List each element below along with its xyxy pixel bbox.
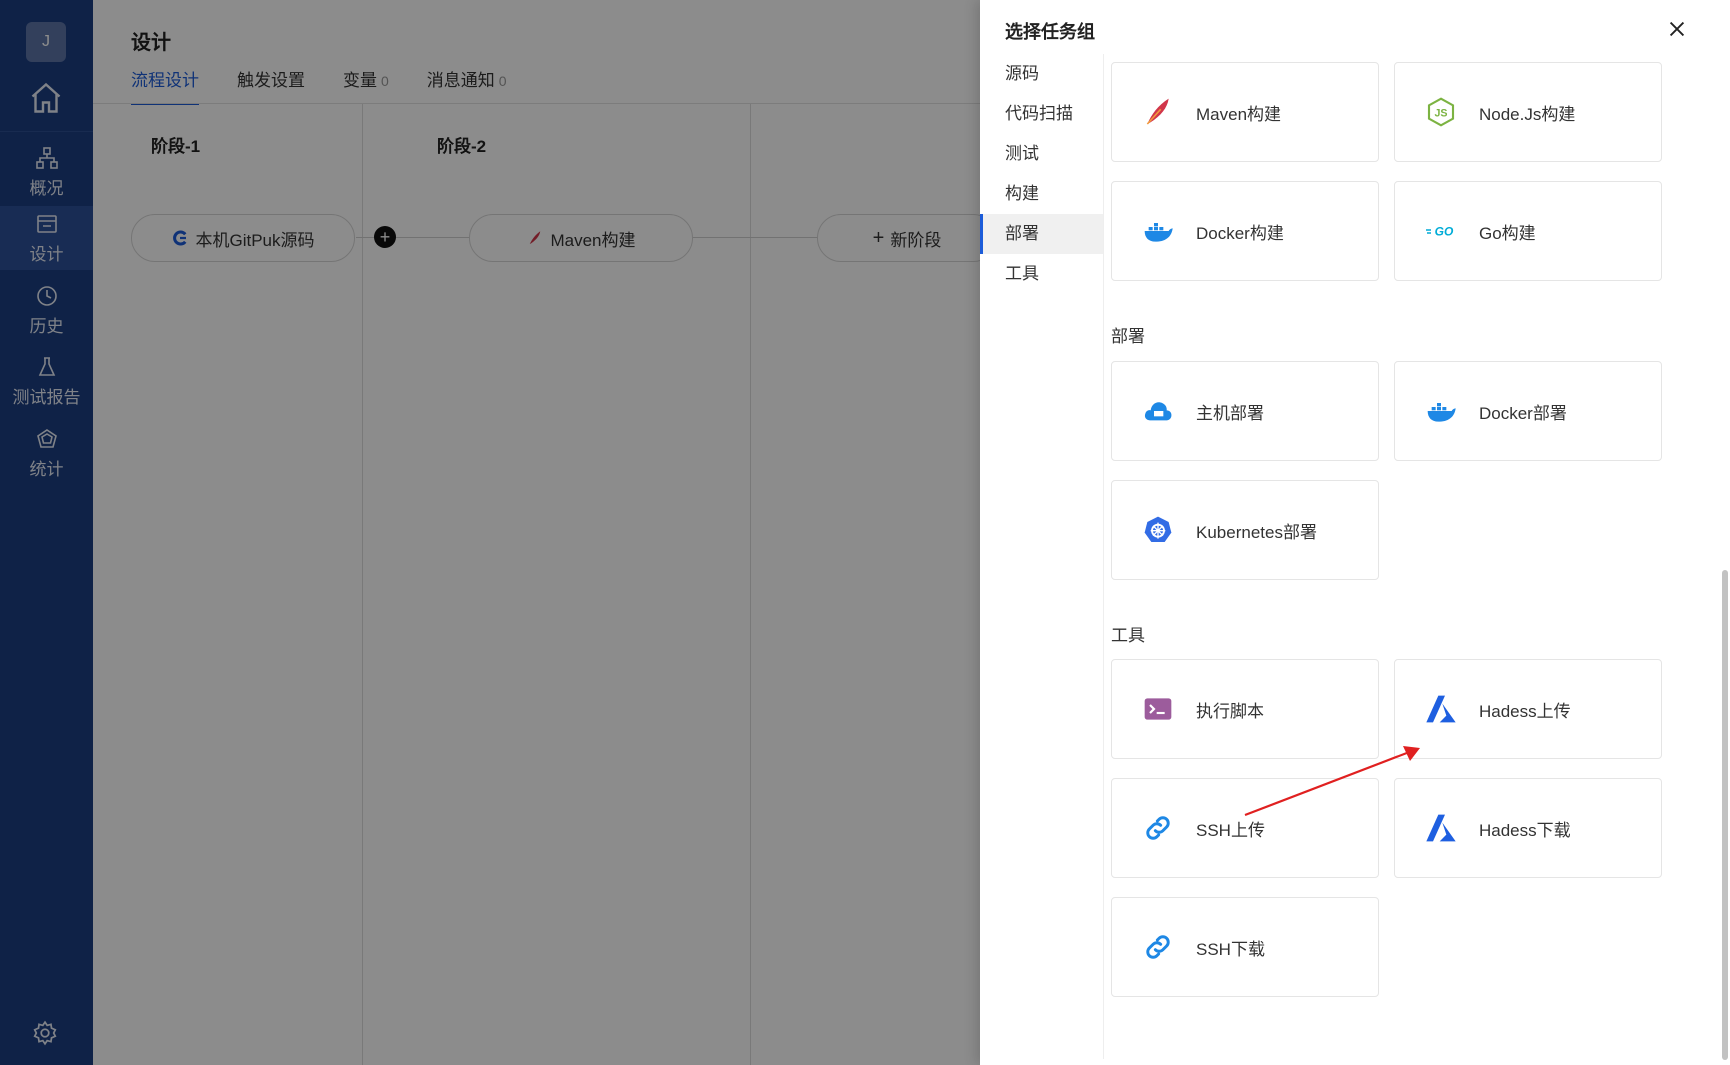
kubernetes-icon	[1144, 516, 1172, 542]
link-icon	[1146, 935, 1170, 959]
host-cloud-icon	[1144, 402, 1172, 421]
card-ssh-download[interactable]: SSH下载	[1111, 897, 1379, 997]
card-maven-build[interactable]: Maven构建	[1111, 62, 1379, 162]
card-docker-build-label: Docker构建	[1196, 223, 1284, 243]
category-tools[interactable]: 工具	[980, 254, 1103, 294]
maven-feather-icon	[1146, 98, 1169, 125]
section-title-tools: 工具	[1111, 626, 1145, 645]
category-build[interactable]: 构建	[980, 174, 1103, 214]
terminal-icon	[1144, 698, 1172, 720]
docker-icon	[1144, 223, 1173, 242]
card-host-deploy[interactable]: 主机部署	[1111, 361, 1379, 461]
card-hadess-upload-label: Hadess上传	[1479, 701, 1571, 721]
drawer-scrollbar[interactable]	[1722, 570, 1728, 1060]
card-ssh-download-label: SSH下载	[1196, 939, 1265, 959]
hadess-icon	[1426, 814, 1456, 842]
card-maven-build-label: Maven构建	[1196, 104, 1282, 124]
card-nodejs-build[interactable]: JS Node.Js构建	[1394, 62, 1662, 162]
card-go-build-label: Go构建	[1479, 223, 1536, 243]
go-icon: GO	[1426, 225, 1454, 239]
select-task-group-drawer: 选择任务组 源码 代码扫描 测试 构建 部署 工具 Maven构建 JS Nod…	[980, 0, 1730, 1065]
card-go-build[interactable]: GO Go构建	[1394, 181, 1662, 281]
close-icon[interactable]	[1666, 18, 1688, 40]
section-title-deploy: 部署	[1111, 327, 1145, 346]
hadess-icon	[1426, 695, 1456, 723]
docker-icon	[1427, 403, 1456, 422]
card-kubernetes-deploy[interactable]: Kubernetes部署	[1111, 480, 1379, 580]
card-host-deploy-label: 主机部署	[1196, 403, 1264, 423]
card-hadess-download-label: Hadess下载	[1479, 820, 1571, 840]
card-hadess-download[interactable]: Hadess下载	[1394, 778, 1662, 878]
card-kubernetes-deploy-label: Kubernetes部署	[1196, 522, 1317, 542]
card-run-script-label: 执行脚本	[1196, 701, 1264, 721]
card-docker-deploy-label: Docker部署	[1479, 403, 1567, 423]
card-ssh-upload[interactable]: SSH上传	[1111, 778, 1379, 878]
category-deploy[interactable]: 部署	[980, 214, 1103, 254]
card-ssh-upload-label: SSH上传	[1196, 820, 1265, 840]
drawer-title: 选择任务组	[1005, 22, 1095, 42]
svg-text:JS: JS	[1434, 108, 1447, 120]
link-icon	[1146, 816, 1170, 840]
category-list: 源码 代码扫描 测试 构建 部署 工具	[980, 54, 1104, 1059]
card-hadess-upload[interactable]: Hadess上传	[1394, 659, 1662, 759]
category-source[interactable]: 源码	[980, 54, 1103, 94]
modal-overlay[interactable]	[0, 0, 980, 1065]
card-docker-build[interactable]: Docker构建	[1111, 181, 1379, 281]
nodejs-icon: JS	[1427, 97, 1455, 127]
card-run-script[interactable]: 执行脚本	[1111, 659, 1379, 759]
card-docker-deploy[interactable]: Docker部署	[1394, 361, 1662, 461]
category-test[interactable]: 测试	[980, 134, 1103, 174]
card-nodejs-build-label: Node.Js构建	[1479, 104, 1576, 124]
category-code-scan[interactable]: 代码扫描	[980, 94, 1103, 134]
task-card-panel: Maven构建 JS Node.Js构建 Docker构建 GO Go构建 部署…	[1104, 54, 1720, 1065]
svg-text:GO: GO	[1435, 225, 1454, 239]
